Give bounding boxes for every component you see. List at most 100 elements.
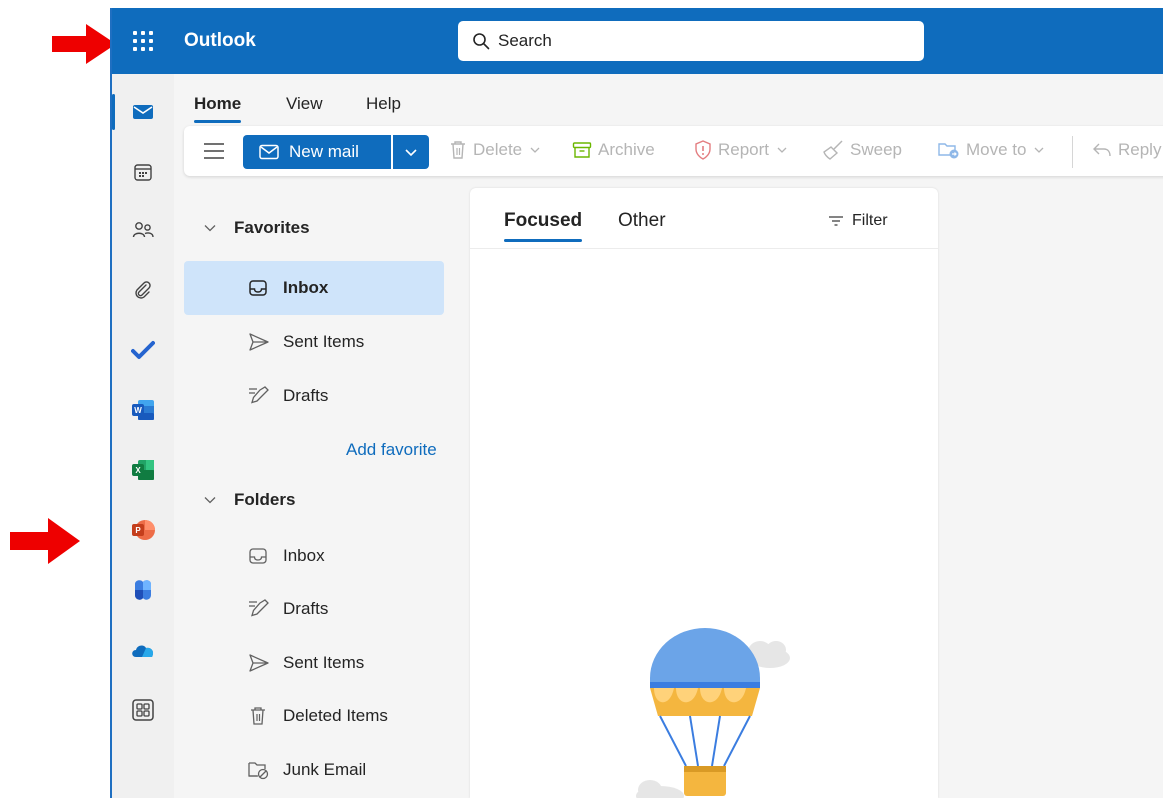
send-icon — [249, 333, 269, 351]
folder-label: Sent Items — [283, 653, 365, 672]
rail-files[interactable] — [112, 266, 174, 314]
annotation-arrow-waffle — [52, 24, 116, 64]
rail-excel[interactable]: X — [112, 446, 174, 494]
more-apps-icon — [132, 699, 154, 721]
delete-label: Delete — [473, 140, 523, 159]
waffle-icon — [133, 31, 153, 51]
folder-junk-email[interactable]: Junk Email — [184, 743, 444, 797]
move-folder-icon — [938, 143, 959, 159]
folder-sent-items[interactable]: Sent Items — [184, 636, 444, 690]
chevron-down-icon — [1035, 147, 1044, 153]
drafts-icon — [249, 599, 269, 617]
sweep-button[interactable]: Sweep — [822, 140, 902, 160]
folders-header[interactable]: Folders — [204, 490, 295, 510]
trash-icon — [251, 707, 265, 725]
people-icon — [132, 222, 154, 238]
drafts-icon — [249, 386, 269, 404]
hot-air-balloon-illustration — [636, 628, 790, 798]
broom-icon — [823, 140, 843, 160]
favorite-sent-items[interactable]: Sent Items — [184, 315, 444, 369]
rail-powerpoint[interactable]: P — [112, 506, 174, 554]
report-label: Report — [718, 140, 770, 159]
svg-text:X: X — [135, 466, 141, 475]
inbox-icon — [249, 280, 267, 296]
chevron-down-icon — [204, 225, 216, 232]
mail-icon — [133, 105, 153, 119]
toolbar-divider — [1072, 136, 1073, 168]
folder-label: Drafts — [283, 599, 329, 618]
reply-button[interactable]: Reply — [1092, 140, 1161, 160]
svg-text:W: W — [134, 406, 142, 415]
folder-drafts[interactable]: Drafts — [184, 582, 444, 636]
chevron-down-icon — [777, 147, 787, 153]
word-icon: W — [132, 400, 154, 420]
new-mail-button[interactable]: New mail — [243, 135, 391, 169]
rail-todo[interactable] — [112, 326, 174, 374]
new-mail-label: New mail — [289, 142, 359, 161]
favorites-header[interactable]: Favorites — [204, 218, 310, 238]
junk-folder-icon — [248, 762, 269, 780]
app-rail: W X P — [112, 74, 174, 798]
rail-word[interactable]: W — [112, 386, 174, 434]
folder-pane: Favorites Inbox Sent Items Drafts Add fa… — [174, 188, 464, 798]
rail-people[interactable] — [112, 206, 174, 254]
folder-label: Sent Items — [283, 332, 365, 351]
tab-view[interactable]: View — [286, 94, 323, 114]
m365-icon — [135, 580, 151, 600]
app-launcher-button[interactable] — [112, 8, 174, 74]
filter-icon — [829, 216, 843, 226]
search-input[interactable] — [498, 31, 898, 51]
tab-focused[interactable]: Focused — [504, 210, 583, 242]
svg-text:P: P — [135, 526, 141, 535]
reply-label: Reply — [1118, 140, 1162, 159]
reply-icon — [1093, 143, 1111, 157]
annotation-arrow-powerpoint — [10, 518, 80, 564]
trash-icon — [451, 141, 465, 159]
rail-onedrive[interactable] — [112, 626, 174, 674]
outlook-window: Outlook Search W X P Home View Help New … — [110, 8, 1163, 798]
folders-label: Folders — [234, 490, 296, 509]
tab-other[interactable]: Other — [618, 210, 666, 232]
folder-label: Inbox — [283, 546, 325, 565]
message-list: Focused Other Filter — [470, 188, 938, 798]
archive-button[interactable]: Archive — [572, 140, 655, 160]
new-mail-dropdown-button[interactable] — [393, 135, 429, 169]
send-icon — [249, 654, 269, 672]
chevron-down-icon — [405, 149, 417, 157]
favorite-inbox[interactable]: Inbox — [184, 261, 444, 315]
sweep-label: Sweep — [850, 140, 902, 159]
folder-label: Drafts — [283, 386, 329, 405]
tab-help[interactable]: Help — [366, 94, 401, 114]
hamburger-menu-icon[interactable] — [202, 140, 226, 162]
folder-deleted-items[interactable]: Deleted Items — [184, 689, 444, 743]
archive-label: Archive — [598, 140, 655, 159]
onedrive-icon — [132, 645, 154, 657]
folder-label: Junk Email — [283, 760, 367, 779]
rail-more-apps[interactable] — [112, 686, 174, 734]
favorite-drafts[interactable]: Drafts — [184, 369, 444, 423]
move-to-button[interactable]: Move to — [938, 140, 1050, 160]
add-favorite-link[interactable]: Add favorite — [346, 440, 437, 460]
search-box[interactable] — [458, 21, 924, 61]
move-to-label: Move to — [966, 140, 1027, 159]
folder-label: Deleted Items — [283, 706, 388, 725]
rail-mail[interactable] — [112, 88, 174, 136]
tab-home[interactable]: Home — [194, 94, 242, 123]
envelope-icon — [259, 144, 279, 160]
app-title[interactable]: Outlook — [184, 30, 256, 52]
delete-button[interactable]: Delete — [449, 140, 546, 160]
search-icon — [473, 33, 490, 50]
rail-m365[interactable] — [112, 566, 174, 614]
archive-icon — [572, 142, 592, 158]
folder-inbox[interactable]: Inbox — [184, 529, 444, 583]
excel-icon: X — [132, 460, 154, 480]
report-button[interactable]: Report — [694, 140, 793, 160]
chevron-down-icon — [204, 497, 216, 504]
command-toolbar: New mail Delete Archive Report Sweep Mov… — [184, 126, 1163, 176]
powerpoint-icon: P — [132, 520, 155, 540]
rail-calendar[interactable] — [112, 148, 174, 196]
filter-label: Filter — [852, 212, 888, 229]
favorites-label: Favorites — [234, 218, 310, 237]
filter-button[interactable]: Filter — [828, 212, 888, 230]
shield-icon — [695, 140, 711, 160]
